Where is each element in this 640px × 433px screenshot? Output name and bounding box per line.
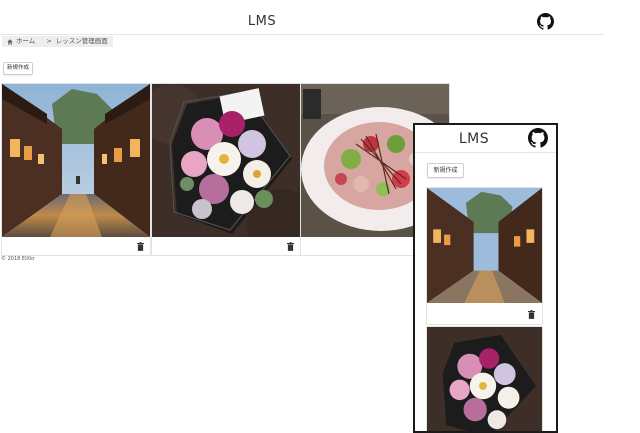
flower-box-photo[interactable] — [152, 84, 300, 237]
footer-copyright: © 2018 EIXkr — [1, 256, 35, 262]
trash-icon[interactable] — [287, 242, 294, 251]
mobile-app-title: LMS — [458, 131, 490, 147]
trash-icon[interactable] — [528, 310, 535, 319]
breadcrumb-separator: > — [46, 37, 52, 45]
trash-icon[interactable] — [137, 242, 144, 251]
new-lesson-button[interactable]: 新規作成 — [427, 163, 464, 178]
flower-box-photo[interactable] — [427, 327, 542, 431]
new-lesson-button[interactable]: 新規作成 — [3, 62, 33, 75]
breadcrumb-current: レッスン管理画面 — [55, 37, 108, 45]
lesson-card — [426, 326, 543, 431]
mobile-header-divider — [415, 152, 556, 153]
github-icon[interactable] — [537, 13, 554, 30]
mobile-preview: LMS 新規作成 — [413, 123, 558, 433]
lesson-card — [1, 83, 151, 256]
github-icon[interactable] — [528, 128, 548, 148]
street-photo[interactable] — [427, 188, 542, 303]
lesson-card — [426, 187, 543, 325]
lesson-card — [151, 83, 301, 256]
header-divider — [0, 34, 604, 35]
breadcrumb: ホーム > レッスン管理画面 — [2, 36, 113, 47]
app-title: LMS — [247, 14, 277, 29]
breadcrumb-home-link[interactable]: ホーム — [16, 36, 35, 47]
home-icon — [7, 38, 13, 45]
street-photo[interactable] — [2, 84, 150, 237]
